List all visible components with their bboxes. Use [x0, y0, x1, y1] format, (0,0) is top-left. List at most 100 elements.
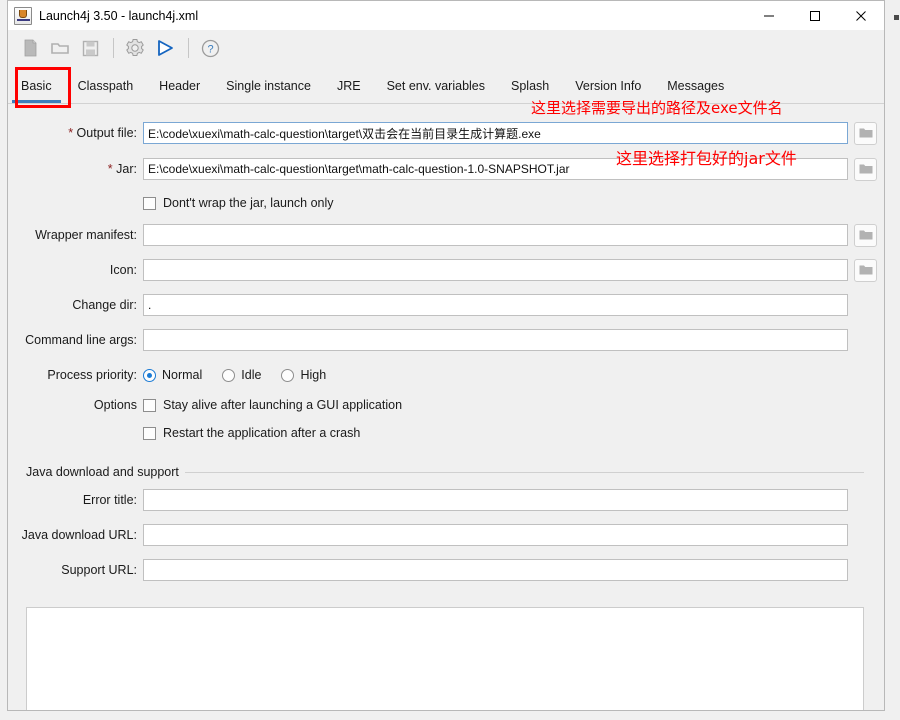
radio-idle[interactable] — [222, 368, 236, 382]
wrapper-manifest-browse-button[interactable] — [854, 223, 877, 247]
build-settings-button[interactable] — [121, 34, 149, 62]
tab-single-instance-label: Single instance — [226, 79, 311, 93]
radio-high[interactable] — [281, 368, 295, 382]
jar-value: E:\code\xuexi\math-calc-question\target\… — [148, 162, 570, 176]
stay-alive-checkbox[interactable] — [143, 398, 156, 412]
java-download-url-row: Java download URL: — [8, 520, 884, 550]
command-line-args-input[interactable] — [143, 329, 848, 351]
dont-wrap-checkbox[interactable] — [143, 196, 156, 210]
options-label: Options — [93, 398, 137, 412]
window-title: Launch4j 3.50 - launch4j.xml — [39, 8, 199, 23]
launch4j-window: Launch4j 3.50 - launch4j.xml ? Basic Cla… — [0, 0, 900, 720]
tab-classpath-label: Classpath — [77, 79, 134, 93]
support-url-row: Support URL: — [8, 555, 884, 585]
toolbar-separator-1 — [113, 38, 114, 58]
icon-browse-button[interactable] — [854, 258, 877, 282]
help-button[interactable]: ? — [196, 34, 224, 62]
tab-version-info-label: Version Info — [575, 79, 642, 93]
dont-wrap-label: Dont't wrap the jar, launch only — [163, 196, 334, 210]
run-button[interactable] — [151, 34, 179, 62]
radio-normal[interactable] — [143, 368, 156, 382]
output-file-value: E:\code\xuexi\math-calc-question\target\… — [148, 126, 541, 141]
play-triangle-icon — [158, 40, 173, 56]
wrapper-manifest-row: Wrapper manifest: — [8, 220, 884, 250]
java-download-group-header: Java download and support — [8, 465, 884, 479]
restart-checkbox[interactable] — [143, 426, 156, 440]
error-title-input[interactable] — [143, 489, 848, 511]
wrapper-manifest-input[interactable] — [143, 224, 848, 246]
open-folder-icon — [50, 43, 69, 54]
dont-wrap-row: Dont't wrap the jar, launch only — [8, 190, 884, 216]
support-url-input[interactable] — [143, 559, 848, 581]
title-bar: Launch4j 3.50 - launch4j.xml — [7, 0, 885, 30]
error-title-row: Error title: — [8, 485, 884, 515]
annotation-jar-file: 这里选择打包好的jar文件 — [616, 149, 797, 168]
tab-set-env-variables-label: Set env. variables — [386, 79, 486, 93]
process-priority-label: Process priority: — [47, 368, 137, 382]
change-dir-label: Change dir: — [72, 298, 137, 312]
output-file-label-text: Output file: — [76, 126, 137, 140]
options-row-restart: Restart the application after a crash — [8, 420, 884, 446]
process-priority-option-normal[interactable]: Normal — [143, 368, 202, 382]
change-dir-row: Change dir: . — [8, 290, 884, 320]
java-download-url-label: Java download URL: — [21, 528, 137, 542]
java-download-group-title: Java download and support — [26, 465, 179, 479]
folder-icon — [859, 128, 872, 138]
jar-browse-button[interactable] — [854, 157, 877, 181]
process-priority-row: Process priority: Normal Idle High — [8, 360, 884, 390]
jar-label-text: Jar: — [116, 162, 137, 176]
folder-icon — [859, 230, 872, 240]
jar-required-marker: * — [107, 162, 113, 176]
close-button[interactable] — [838, 1, 884, 31]
output-file-browse-button[interactable] — [854, 121, 877, 145]
output-file-input[interactable]: E:\code\xuexi\math-calc-question\target\… — [143, 122, 848, 144]
change-dir-input[interactable]: . — [143, 294, 848, 316]
folder-icon — [859, 265, 872, 275]
error-title-label: Error title: — [82, 493, 137, 507]
new-file-icon — [24, 39, 36, 57]
radio-high-label: High — [300, 368, 327, 382]
jar-label: * Jar: — [8, 162, 143, 176]
process-priority-option-high[interactable]: High — [281, 368, 326, 382]
window-controls — [746, 1, 884, 31]
output-file-row: * Output file: E:\code\xuexi\math-calc-q… — [8, 118, 884, 148]
stay-alive-label: Stay alive after launching a GUI applica… — [163, 398, 403, 412]
log-textarea[interactable] — [26, 607, 864, 710]
maximize-button[interactable] — [792, 1, 838, 31]
options-row-stay-alive: Options Stay alive after launching a GUI… — [8, 392, 884, 418]
annotation-output-file: 这里选择需要导出的路径及exe文件名 — [531, 99, 783, 117]
basic-form: * Output file: E:\code\xuexi\math-calc-q… — [8, 104, 884, 620]
tab-jre[interactable]: JRE — [324, 69, 374, 103]
command-line-args-row: Command line args: — [8, 325, 884, 355]
svg-text:?: ? — [207, 43, 213, 55]
icon-label: Icon: — [109, 263, 137, 277]
icon-row: Icon: — [8, 255, 884, 285]
tab-basic-label: Basic — [21, 79, 52, 93]
icon-input[interactable] — [143, 259, 848, 281]
radio-normal-label: Normal — [162, 368, 203, 382]
output-file-required-marker: * — [68, 126, 74, 140]
toolbar-separator-2 — [188, 38, 189, 58]
tab-set-env-variables[interactable]: Set env. variables — [374, 69, 498, 103]
save-file-button[interactable] — [76, 34, 104, 62]
change-dir-value: . — [148, 298, 152, 312]
minimize-button[interactable] — [746, 1, 792, 31]
tab-classpath[interactable]: Classpath — [65, 69, 147, 103]
new-file-button[interactable] — [16, 34, 44, 62]
support-url-label: Support URL: — [61, 563, 137, 577]
save-disk-icon — [82, 40, 98, 56]
tab-basic[interactable]: Basic — [8, 69, 65, 103]
tab-single-instance[interactable]: Single instance — [213, 69, 324, 103]
java-download-url-input[interactable] — [143, 524, 848, 546]
tab-jre-label: JRE — [336, 79, 361, 93]
restart-label: Restart the application after a crash — [163, 426, 361, 440]
tab-header[interactable]: Header — [146, 69, 213, 103]
open-file-button[interactable] — [46, 34, 74, 62]
command-line-args-label: Command line args: — [25, 333, 137, 347]
desktop-edge-mark — [894, 15, 899, 20]
process-priority-option-idle[interactable]: Idle — [222, 368, 261, 382]
process-priority-radio-group: Normal Idle High — [143, 368, 346, 382]
toolbar: ? — [7, 30, 885, 66]
tab-splash-label: Splash — [511, 79, 550, 93]
output-file-label: * Output file: — [8, 126, 143, 140]
